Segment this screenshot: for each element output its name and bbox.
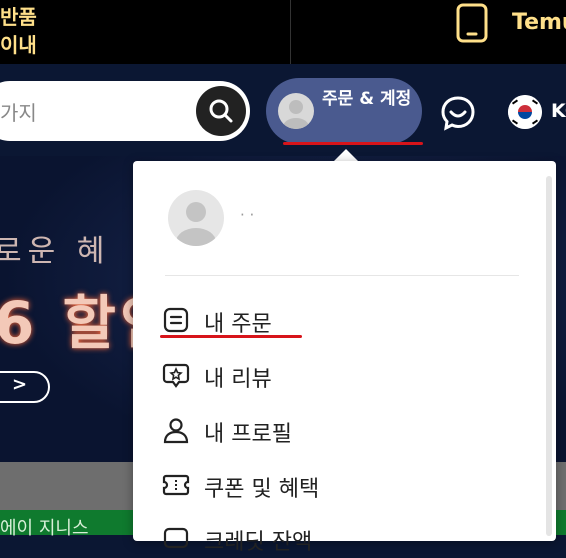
promo-text-line1: 반품 — [0, 5, 37, 29]
coupon-icon — [162, 474, 190, 496]
menu-item-my-profile[interactable]: 내 프로필 — [160, 410, 540, 450]
banner-next-button[interactable]: > — [0, 371, 50, 403]
green-section-text: 에이 지니스 — [0, 518, 89, 539]
menu-item-label: 쿠폰 및 혜택 — [204, 477, 320, 502]
profile-name: · · — [240, 206, 255, 224]
menu-item-my-reviews[interactable]: 내 리뷰 — [160, 355, 540, 395]
promo-text-line2: 이내 — [0, 33, 37, 57]
chat-support-icon[interactable] — [440, 95, 476, 135]
profile-avatar[interactable] — [168, 190, 224, 246]
review-icon — [162, 363, 190, 388]
profile-divider — [165, 275, 519, 276]
banner-headline: 로운 혜 — [0, 234, 111, 269]
search-button[interactable] — [196, 86, 246, 136]
account-avatar-icon — [278, 93, 314, 129]
orders-highlight-underline — [160, 335, 302, 338]
menu-item-label: 내 리뷰 — [204, 367, 272, 392]
language-code[interactable]: KO — [551, 100, 566, 122]
menu-item-credit-balance[interactable]: 크레딧 잔액 — [160, 518, 540, 558]
credit-icon — [163, 527, 189, 549]
search-text: 가지 — [0, 101, 37, 125]
menu-item-coupons[interactable]: 쿠폰 및 혜택 — [160, 465, 540, 505]
orders-icon — [163, 307, 189, 333]
temu-app-link[interactable]: Temu — [512, 10, 566, 35]
account-highlight-underline — [283, 142, 423, 145]
phone-icon[interactable] — [456, 3, 488, 47]
top-promo-bar: 반품 이내 Temu — [0, 0, 566, 64]
dropdown-scrollbar[interactable] — [546, 176, 552, 536]
account-label: 주문 & 계정 — [322, 89, 412, 109]
menu-item-label: 내 주문 — [204, 312, 272, 337]
korea-flag-icon[interactable] — [508, 95, 542, 129]
search-icon — [209, 99, 233, 123]
menu-item-label: 내 프로필 — [204, 422, 292, 447]
account-orders-button[interactable]: 주문 & 계정 — [266, 78, 422, 144]
profile-icon — [163, 418, 189, 444]
topbar-divider — [290, 0, 291, 64]
chevron-right-icon: > — [12, 374, 28, 395]
menu-item-label: 크레딧 잔액 — [204, 530, 313, 555]
menu-item-my-orders[interactable]: 내 주문 — [160, 300, 540, 340]
